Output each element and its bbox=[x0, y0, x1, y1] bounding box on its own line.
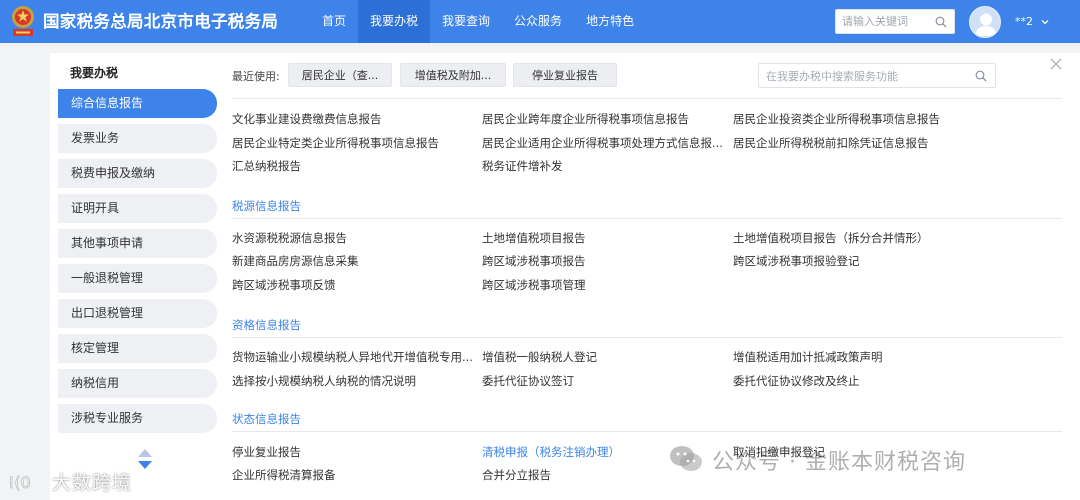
search-icon[interactable] bbox=[975, 70, 987, 82]
link-new-housing-info[interactable]: 新建商品房房源信息采集 bbox=[232, 253, 472, 269]
divider bbox=[232, 98, 1062, 99]
link-cross-region-management[interactable]: 跨区域涉税事项管理 bbox=[482, 277, 722, 293]
link-suspend-resume-report[interactable]: 停业复业报告 bbox=[232, 444, 472, 460]
link-special-eit-report[interactable]: 居民企业特定类企业所得税事项信息报告 bbox=[232, 135, 472, 151]
nav-query[interactable]: 我要查询 bbox=[430, 0, 502, 43]
section-title-tax-source: 税源信息报告 bbox=[232, 199, 301, 213]
link-consolidated-report[interactable]: 汇总纳税报告 bbox=[232, 158, 472, 174]
link-land-vat-project[interactable]: 土地增值税项目报告 bbox=[482, 230, 722, 246]
watermark-right: 公众号 · 金账本财税咨询 bbox=[712, 450, 966, 475]
link-eit-method-report[interactable]: 居民企业适用企业所得税事项处理方式信息报... bbox=[482, 135, 722, 151]
site-title: 国家税务总局北京市电子税务局 bbox=[43, 12, 279, 31]
sidebar-title: 我要办税 bbox=[70, 66, 119, 80]
link-freight-small-taxpayer[interactable]: 货物运输业小规模纳税人异地代开增值税专用... bbox=[232, 349, 472, 365]
link-cross-region-report[interactable]: 跨区域涉税事项报告 bbox=[482, 253, 722, 269]
recent-item-suspend-resume[interactable]: 停业复业报告 bbox=[513, 63, 617, 87]
link-entrusted-collection-modify[interactable]: 委托代征协议修改及终止 bbox=[733, 373, 973, 389]
watermark-left: 大数跨境 bbox=[52, 472, 133, 494]
link-certificate-reissue[interactable]: 税务证件增补发 bbox=[482, 158, 722, 174]
divider bbox=[232, 218, 1062, 219]
top-header: 国家税务总局北京市电子税务局 首页 我要办税 我要查询 公众服务 地方特色 **… bbox=[0, 0, 1080, 43]
sidebar-item-other-application[interactable]: 其他事项申请 bbox=[58, 229, 217, 258]
content-area: 最近使用: 居民企业（查... 增值税及附加... 停业复业报告 文化事业建设费… bbox=[218, 53, 1080, 500]
sidebar-item-general-refund[interactable]: 一般退税管理 bbox=[58, 264, 217, 293]
sidebar-item-declare-pay[interactable]: 税费申报及缴纳 bbox=[58, 159, 217, 188]
sidebar-item-comprehensive-report[interactable]: 综合信息报告 bbox=[58, 89, 217, 118]
link-water-resource-tax[interactable]: 水资源税税源信息报告 bbox=[232, 230, 472, 246]
wechat-icon bbox=[670, 446, 702, 471]
nav-home[interactable]: 首页 bbox=[310, 0, 358, 43]
function-search-box bbox=[758, 63, 996, 88]
recent-item-vat-surcharge[interactable]: 增值税及附加... bbox=[400, 63, 506, 87]
tax-emblem-logo[interactable] bbox=[10, 4, 36, 38]
link-eit-liquidation[interactable]: 企业所得税清算报备 bbox=[232, 467, 472, 483]
search-icon[interactable] bbox=[935, 16, 947, 28]
link-deduction-voucher-report[interactable]: 居民企业所得税税前扣除凭证信息报告 bbox=[733, 135, 973, 151]
section-title-qualification: 资格信息报告 bbox=[232, 318, 301, 332]
divider bbox=[232, 337, 1062, 338]
link-land-vat-split-merge[interactable]: 土地增值税项目报告（拆分合并情形） bbox=[733, 230, 973, 246]
do-tax-panel: 我要办税 综合信息报告 发票业务 税费申报及缴纳 证明开具 其他事项申请 一般退… bbox=[50, 53, 1080, 500]
close-icon[interactable] bbox=[1049, 57, 1063, 71]
user-avatar[interactable] bbox=[969, 6, 1001, 38]
link-culture-fee-report[interactable]: 文化事业建设费缴费信息报告 bbox=[232, 111, 472, 127]
sidebar-item-invoice[interactable]: 发票业务 bbox=[58, 124, 217, 153]
link-entrusted-collection-sign[interactable]: 委托代征协议签订 bbox=[482, 373, 722, 389]
link-vat-extra-deduction[interactable]: 增值税适用加计抵减政策声明 bbox=[733, 349, 973, 365]
sidebar-item-professional-service[interactable]: 涉税专业服务 bbox=[58, 404, 217, 433]
divider bbox=[232, 431, 1062, 432]
nav-local-feature[interactable]: 地方特色 bbox=[574, 0, 646, 43]
function-search-input[interactable] bbox=[766, 67, 966, 85]
sidebar-item-certificate[interactable]: 证明开具 bbox=[58, 194, 217, 223]
sidebar-item-tax-credit[interactable]: 纳税信用 bbox=[58, 369, 217, 398]
header-search-input[interactable] bbox=[842, 12, 934, 31]
chevron-down-icon[interactable] bbox=[1040, 17, 1050, 27]
header-search-box bbox=[835, 9, 955, 34]
link-cross-region-registration[interactable]: 跨区域涉税事项报验登记 bbox=[733, 253, 973, 269]
sidebar: 我要办税 综合信息报告 发票业务 税费申报及缴纳 证明开具 其他事项申请 一般退… bbox=[58, 53, 218, 500]
nav-do-tax[interactable]: 我要办税 bbox=[358, 0, 431, 43]
sidebar-item-assessment[interactable]: 核定管理 bbox=[58, 334, 217, 363]
user-avatar-icon bbox=[975, 13, 997, 36]
sidebar-item-export-refund[interactable]: 出口退税管理 bbox=[58, 299, 217, 328]
link-cross-year-eit-report[interactable]: 居民企业跨年度企业所得税事项信息报告 bbox=[482, 111, 722, 127]
link-cross-region-feedback[interactable]: 跨区域涉税事项反馈 bbox=[232, 277, 472, 293]
link-investment-eit-report[interactable]: 居民企业投资类企业所得税事项信息报告 bbox=[733, 111, 973, 127]
scroll-up-icon[interactable] bbox=[138, 449, 152, 457]
main-nav: 首页 我要办税 我要查询 公众服务 地方特色 bbox=[310, 0, 646, 43]
recent-item-resident-enterprise[interactable]: 居民企业（查... bbox=[288, 63, 392, 87]
nav-public-service[interactable]: 公众服务 bbox=[502, 0, 574, 43]
link-general-taxpayer-registration[interactable]: 增值税一般纳税人登记 bbox=[482, 349, 722, 365]
user-name[interactable]: **2 bbox=[1015, 0, 1033, 43]
section-title-status: 状态信息报告 bbox=[232, 412, 301, 426]
svg-text:!(0: !(0 bbox=[8, 473, 31, 492]
recent-label: 最近使用: bbox=[232, 70, 280, 83]
link-small-taxpayer-explanation[interactable]: 选择按小规模纳税人纳税的情况说明 bbox=[232, 373, 472, 389]
